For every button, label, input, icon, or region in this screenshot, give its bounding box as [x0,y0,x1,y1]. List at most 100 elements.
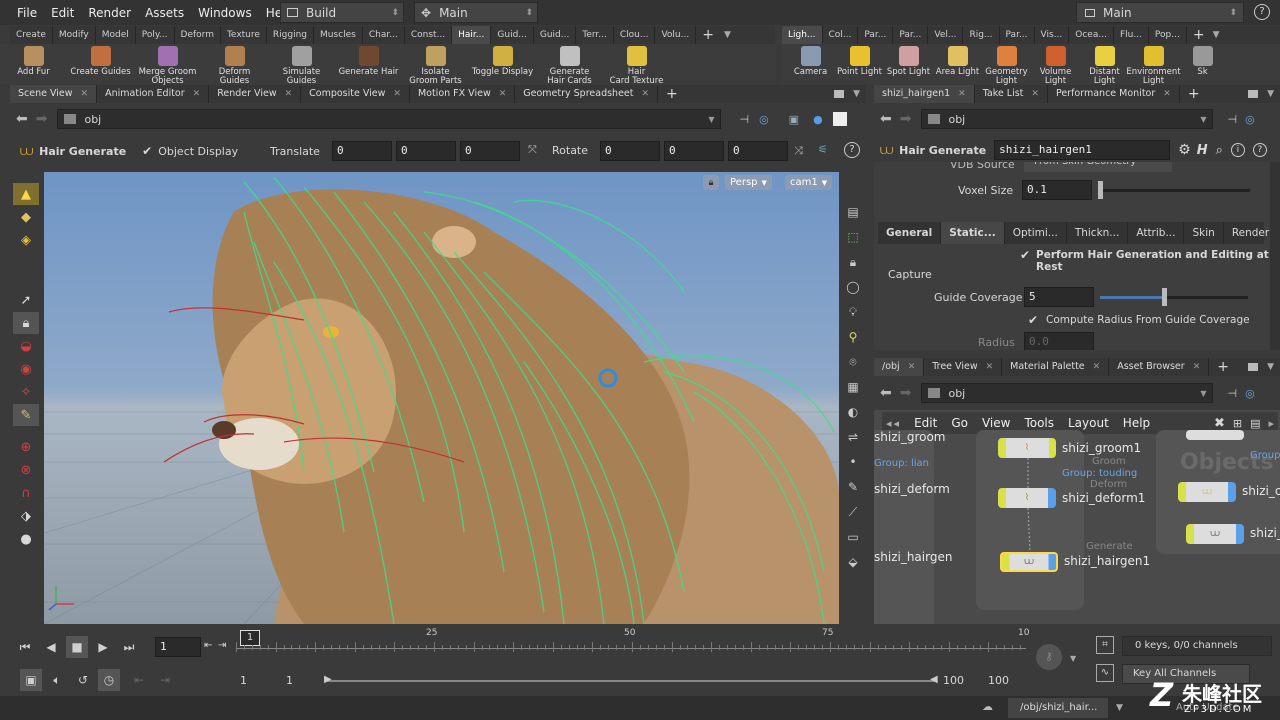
light-tool-2[interactable]: Spot Light [884,46,933,77]
timeline-track[interactable]: 1 25 50 75 10 [236,628,1029,662]
path-field[interactable]: obj ▼ [921,109,1214,129]
forward-arrow-icon[interactable]: ➡ [900,111,912,127]
node-name-field[interactable]: shizi_hairgen1 [994,140,1171,160]
close-tab-icon[interactable]: ✕ [1031,85,1039,103]
add-shelf-icon[interactable]: + [702,27,714,43]
translate-y-field[interactable]: 0 [396,141,456,161]
close-tab-icon[interactable]: ✕ [393,85,401,103]
param-tab-0[interactable]: General [878,222,942,244]
voxel-size-field[interactable]: 0.1 [1022,180,1092,200]
wrench-icon[interactable]: ✖ [1214,416,1225,431]
translate-z-field[interactable]: 0 [460,141,520,161]
right-arrow-icon[interactable]: ▸ [1268,417,1274,430]
shelf-tool-3[interactable]: Deform Guides [201,46,268,86]
shelf-tool-0[interactable]: Add Fur [0,46,67,77]
view-tool-icon[interactable]: ✎ [13,404,39,426]
realtime-icon[interactable]: ▣ [20,669,42,691]
forward-arrow-icon[interactable]: ➡ [36,111,48,127]
snap-icon[interactable]: ⤨ [794,144,803,158]
shelf-tab-right-1[interactable]: Col... [823,26,859,44]
info-icon[interactable]: i [1230,143,1245,157]
back-arrow-icon[interactable]: ⬅ [16,111,28,127]
step-back-icon[interactable]: ⇤ [204,640,212,651]
add-pane-tab-icon[interactable]: + [1217,359,1229,375]
ghost-icon[interactable]: ◯ [840,275,866,300]
scale-icon[interactable]: ▭ [840,525,866,550]
pane-menu-icon[interactable]: ▼ [853,89,860,99]
menu-render[interactable]: Render [81,6,138,20]
shelf-tab-9[interactable]: Const... [405,26,453,44]
tree-icon[interactable]: ⊞ [1233,417,1242,430]
pane-tab-4[interactable]: Motion FX View ✕ [410,85,516,103]
pane-tab-rt-2[interactable]: Performance Monitor ✕ [1048,85,1180,103]
pane-tab-rb-2[interactable]: Material Palette ✕ [1002,358,1110,376]
desktop-selector[interactable]: Build ⬍ [280,2,404,23]
shelf-tab-right-3[interactable]: Par... [893,26,929,44]
shelf-tab-right-8[interactable]: Ocea... [1069,26,1114,44]
pin-icon[interactable]: ⊣ [1227,113,1237,126]
start-frame-icon[interactable]: ⇤ [128,669,150,691]
voxel-slider-handle[interactable] [1098,181,1103,199]
add-pane-tab-icon[interactable]: + [666,86,678,102]
paint-icon[interactable]: ⬙ [840,550,866,575]
range-slider-right-handle[interactable]: ◀ [930,674,938,685]
menu-edit[interactable]: Edit [44,6,81,20]
param-tab-3[interactable]: Thickn... [1067,222,1129,244]
stop-icon[interactable]: ■ [66,636,88,658]
close-tab-icon[interactable]: ✕ [1093,358,1101,376]
current-frame-field[interactable]: 1 [155,637,201,657]
pane-maximize-icon[interactable] [1248,90,1258,98]
link-icon[interactable]: ◎ [1245,113,1255,126]
select-tool-icon[interactable]: ▲ [13,183,39,205]
close-tab-icon[interactable]: ✕ [1193,358,1201,376]
wand-icon[interactable]: ⟋ [840,500,866,525]
light-tool-4[interactable]: Geometry Light [982,46,1031,86]
path-dropdown-icon[interactable]: ▼ [1200,389,1206,398]
light-tool-3[interactable]: Area Light [933,46,982,77]
list-icon[interactable]: ▤ [1250,417,1260,430]
pane-tab-rb-0[interactable]: /obj ✕ [874,358,925,376]
voxel-size-slider[interactable] [1100,189,1250,192]
param-help-icon[interactable]: ? [1252,143,1267,157]
square-display-icon[interactable] [832,112,847,126]
wireframe-icon[interactable]: ⬚ [840,225,866,250]
close-tab-icon[interactable]: ✕ [81,85,89,103]
light-icon[interactable]: 💡︎ [840,300,866,325]
guide-slider-handle[interactable] [1162,288,1167,306]
close-tab-icon[interactable]: ✕ [193,85,201,103]
shelf-tab-12[interactable]: Guid... [534,26,577,44]
play-reverse-icon[interactable]: ◀ [40,636,62,658]
param-tab-1[interactable]: Static... [941,222,1005,244]
camera-menu[interactable]: cam1 ▼ [785,175,833,190]
network-menu-go[interactable]: Go [944,416,975,430]
light-tool-0[interactable]: Camera [786,46,835,77]
rotate-tool-icon[interactable]: ◒ [13,335,39,357]
range-slider[interactable] [326,680,936,682]
close-tab-icon[interactable]: ✕ [499,85,507,103]
vdb-source-dropdown[interactable]: From Skin Geometry [1024,162,1172,172]
pane-menu-icon[interactable]: ▼ [1267,362,1274,372]
param-tab-2[interactable]: Optimi... [1005,222,1067,244]
light-tool-5[interactable]: Volume Light [1031,46,1080,86]
shelf-tab-7[interactable]: Muscles [314,26,363,44]
shelf-tab-right-0[interactable]: Ligh... [782,26,823,44]
shading-icon[interactable]: ◐ [840,400,866,425]
range-slider-left-handle[interactable]: ▶ [324,674,332,685]
shelf-tab-13[interactable]: Terr... [576,26,614,44]
pane-tab-rt-0[interactable]: shizi_hairgen1 ✕ [874,85,975,103]
guide-coverage-slider[interactable] [1100,296,1248,299]
light-tool-1[interactable]: Point Light [835,46,884,77]
link-icon[interactable]: ◎ [1245,387,1255,400]
light-tool-7[interactable]: Environment Light [1126,46,1181,86]
pane-tab-1[interactable]: Animation Editor ✕ [97,85,210,103]
light-tool-8[interactable]: Sk [1178,46,1227,77]
close-tab-icon[interactable]: ✕ [958,85,966,103]
shelf-tab-6[interactable]: Rigging [267,26,315,44]
object-display-checkbox[interactable]: ✔ [142,144,152,158]
rotate-handle-icon[interactable]: ⤧ [528,143,537,157]
network-menu-layout[interactable]: Layout [1061,416,1116,430]
shelf-tool-1[interactable]: Create Guides [67,46,134,77]
clock-icon[interactable]: ◷ [98,669,120,691]
shelf-tab-right-9[interactable]: Flu... [1114,26,1149,44]
search-icon[interactable]: ⌕ [1216,143,1223,158]
